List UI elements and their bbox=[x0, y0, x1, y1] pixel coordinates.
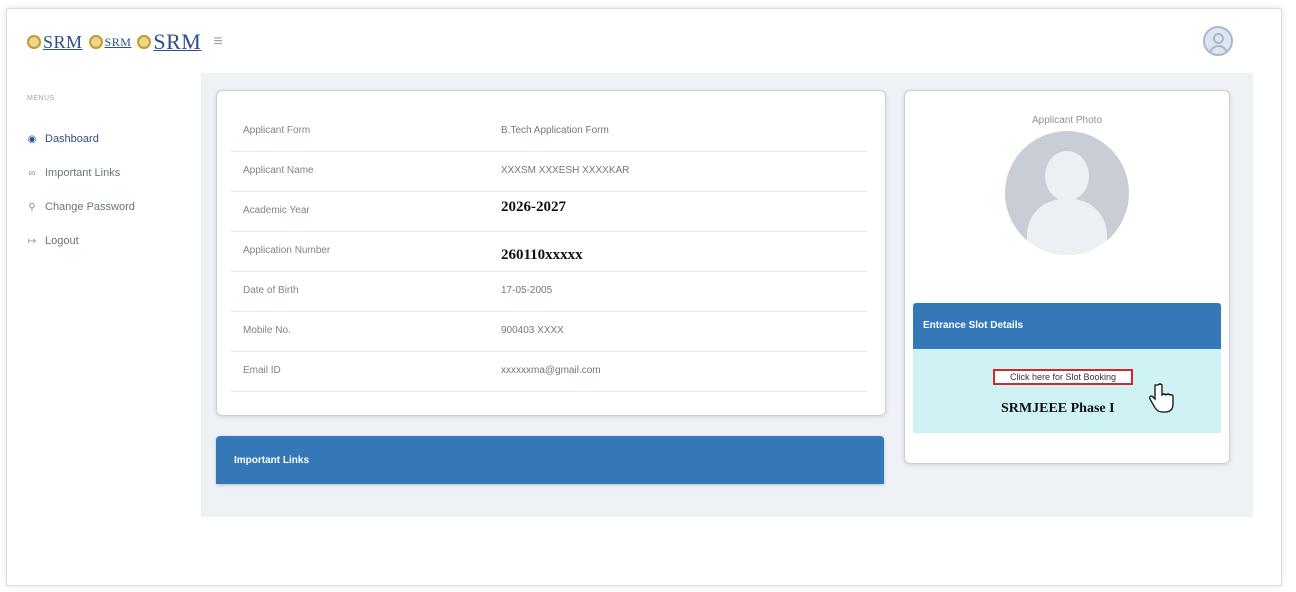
info-value: 17-05-2005 bbox=[501, 285, 553, 296]
info-label: Applicant Form bbox=[243, 125, 311, 136]
sidebar-item-change-password[interactable]: ⚲ Change Password bbox=[27, 201, 135, 213]
applicant-photo-card: Applicant Photo Entrance Slot Details Cl… bbox=[904, 90, 1230, 464]
pointer-hand-icon bbox=[1149, 383, 1174, 413]
seal-icon bbox=[27, 35, 41, 49]
sidebar-item-dashboard[interactable]: ◉ Dashboard bbox=[27, 133, 99, 145]
important-links-header[interactable]: Important Links bbox=[216, 436, 884, 484]
info-value: 2026-2027 bbox=[501, 199, 566, 215]
slot-details-title: Entrance Slot Details bbox=[923, 320, 1024, 331]
info-label: Academic Year bbox=[243, 205, 310, 216]
key-icon: ⚲ bbox=[28, 201, 36, 213]
important-links-title: Important Links bbox=[234, 455, 310, 466]
info-row-academic-year: Academic Year 2026-2027 bbox=[231, 191, 867, 232]
info-row-application-number: Application Number 260110xxxxx bbox=[231, 231, 867, 272]
info-value: XXXSM XXXESH XXXXKAR bbox=[501, 165, 630, 176]
info-label: Application Number bbox=[243, 245, 331, 256]
info-value: 900403 XXXX bbox=[501, 325, 564, 336]
slot-details-header: Entrance Slot Details bbox=[913, 303, 1221, 349]
info-row-applicant-name: Applicant Name XXXSM XXXESH XXXXKAR bbox=[231, 151, 867, 192]
sidebar-item-important-links[interactable]: ∞ Important Links bbox=[27, 167, 120, 179]
hamburger-icon[interactable]: ≡ bbox=[213, 33, 222, 51]
menus-label: MENUS bbox=[27, 95, 55, 102]
slot-phase-label: SRMJEEE Phase I bbox=[1001, 401, 1115, 416]
info-row-applicant-form: Applicant Form B.Tech Application Form bbox=[231, 111, 867, 152]
info-row-email: Email ID xxxxxxma@gmail.com bbox=[231, 351, 867, 392]
slot-booking-button[interactable]: Click here for Slot Booking bbox=[993, 369, 1133, 385]
info-value: B.Tech Application Form bbox=[501, 125, 609, 136]
info-row-date-of-birth: Date of Birth 17-05-2005 bbox=[231, 271, 867, 312]
top-header: SRM SRM SRM ≡ bbox=[7, 9, 1281, 75]
user-avatar-icon[interactable] bbox=[1203, 26, 1233, 56]
logout-icon: ↦ bbox=[27, 235, 37, 247]
logo-group: SRM SRM SRM ≡ bbox=[27, 29, 223, 55]
info-label: Date of Birth bbox=[243, 285, 299, 296]
srm-logo-3[interactable]: SRM bbox=[137, 29, 201, 55]
seal-icon bbox=[88, 35, 103, 49]
applicant-info-card: Applicant Form B.Tech Application Form A… bbox=[216, 90, 886, 416]
slot-details-body: Click here for Slot Booking SRMJEEE Phas… bbox=[913, 349, 1221, 433]
seal-icon bbox=[137, 35, 152, 49]
info-row-mobile: Mobile No. 900403 XXXX bbox=[231, 311, 867, 352]
info-value: 260110xxxxx bbox=[501, 247, 583, 263]
link-icon: ∞ bbox=[28, 167, 36, 179]
srm-logo-1[interactable]: SRM bbox=[27, 32, 83, 53]
info-label: Mobile No. bbox=[243, 325, 291, 336]
info-label: Email ID bbox=[243, 365, 281, 376]
sidebar-item-logout[interactable]: ↦ Logout bbox=[27, 235, 79, 247]
srm-logo-2[interactable]: SRM bbox=[88, 35, 132, 49]
sidebar: MENUS ◉ Dashboard ∞ Important Links ⚲ Ch… bbox=[7, 75, 197, 585]
applicant-photo-placeholder-icon bbox=[1005, 131, 1129, 255]
info-value: xxxxxxma@gmail.com bbox=[501, 365, 601, 376]
photo-title: Applicant Photo bbox=[1031, 115, 1103, 126]
info-label: Applicant Name bbox=[243, 165, 314, 176]
dashboard-icon: ◉ bbox=[27, 133, 37, 145]
